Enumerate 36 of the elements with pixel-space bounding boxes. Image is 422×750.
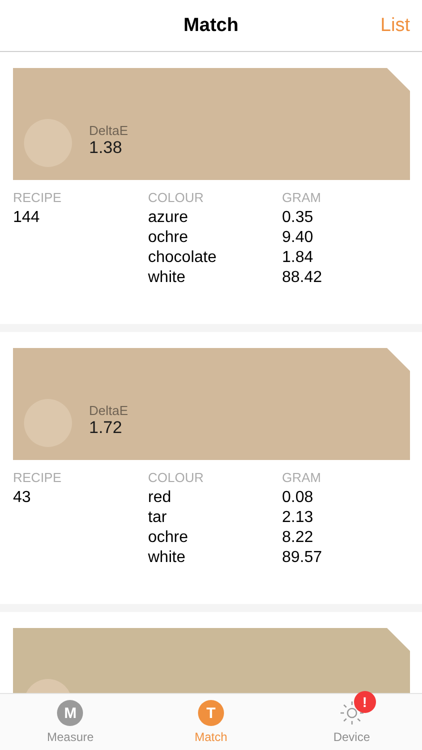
column-header: RECIPE	[13, 190, 62, 205]
list-link[interactable]: List	[380, 14, 410, 36]
column-header: GRAM	[282, 190, 322, 205]
gram-value: 1.84	[282, 248, 314, 267]
gram-value: 8.22	[282, 528, 314, 547]
column-header: RECIPE	[13, 470, 62, 485]
colour-name: red	[148, 488, 172, 507]
tab[interactable]: M Measure	[0, 694, 141, 750]
delta-label: DeltaE	[89, 123, 128, 138]
colour-name: tar	[148, 508, 168, 527]
gram-value: 0.08	[282, 488, 314, 507]
colour-name: ochre	[148, 228, 190, 247]
screen-title: Match	[184, 14, 238, 36]
column-header: COLOUR	[148, 470, 205, 485]
column-header: COLOUR	[148, 190, 205, 205]
colour-name: chocolate	[148, 248, 218, 267]
recipe-number: 43	[13, 488, 32, 507]
colour-name: white	[148, 548, 186, 567]
recipe-number: 144	[13, 208, 41, 227]
delta-label: DeltaE	[89, 403, 128, 418]
tab[interactable]: ! Device	[281, 694, 422, 750]
letter-icon: M	[57, 700, 84, 726]
colour-name: azure	[148, 208, 190, 227]
alert-badge: !	[354, 691, 376, 713]
delta-value: 1.38	[89, 138, 124, 158]
gram-value: 89.57	[282, 548, 324, 567]
gram-value: 9.40	[282, 228, 314, 247]
colour-name: white	[148, 268, 186, 287]
tab[interactable]: T Match	[140, 694, 282, 750]
column-header: GRAM	[282, 470, 322, 485]
gram-value: 0.35	[282, 208, 314, 227]
letter-icon: T	[198, 700, 224, 726]
delta-value: 1.72	[89, 418, 124, 438]
gram-value: 2.13	[282, 508, 314, 527]
colour-name: ochre	[148, 528, 190, 547]
gram-value: 88.42	[282, 268, 324, 287]
